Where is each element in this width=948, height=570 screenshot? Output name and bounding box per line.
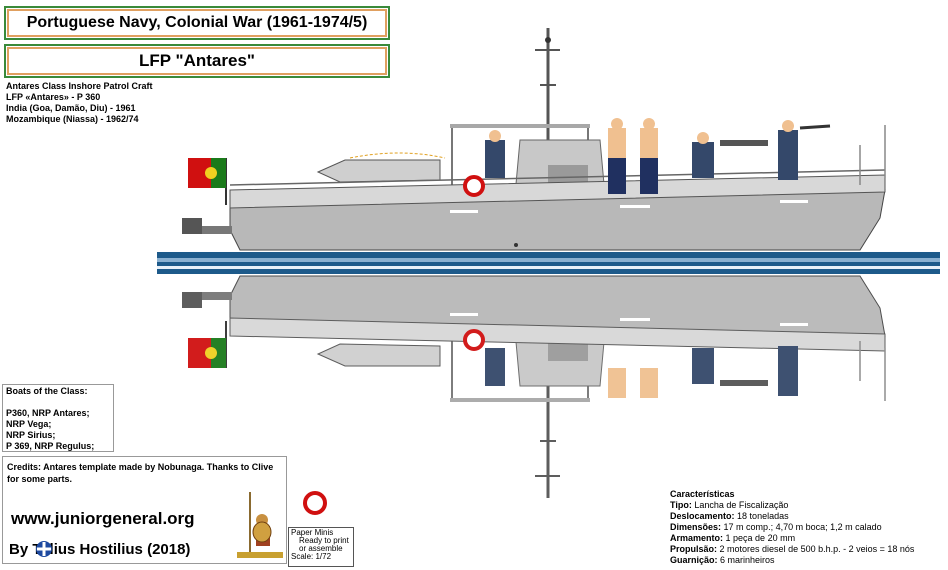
life-ring-icon (463, 175, 485, 197)
boat-item: P 369, NRP Regulus; (6, 441, 95, 451)
specs-row: Deslocamento: 18 toneladas (670, 511, 789, 521)
water-foam (157, 266, 940, 269)
boat-item: NRP Vega; (6, 419, 52, 429)
water-wave (157, 258, 940, 262)
specs-row: Propulsão: 2 motores diesel de 500 b.h.p… (670, 544, 915, 554)
specs-block: Características Tipo: Lancha de Fiscaliz… (670, 489, 914, 566)
credits-text: Credits: Antares template made by Nobuna… (7, 462, 274, 484)
boat-item: P360, NRP Antares; (6, 408, 90, 418)
life-ring-small-icon (303, 491, 327, 515)
website-link[interactable]: www.juniorgeneral.org (11, 509, 195, 529)
author-line: By Tulius Hostilius (2018) (9, 541, 190, 558)
boat-bottom (182, 275, 886, 498)
specs-row: Dimensões: 17 m comp.; 4,70 m boca; 1,2 … (670, 522, 882, 532)
specs-row: Guarnição: 6 marinheiros (670, 555, 775, 565)
cannon-icon (720, 140, 768, 146)
author-text: By Tulius Hostilius (2018) (9, 541, 191, 558)
specs-heading: Características (670, 489, 735, 499)
boats-heading: Boats of the Class: (6, 386, 88, 396)
specs-row: Armamento: 1 peça de 20 mm (670, 533, 796, 543)
specs-row: Tipo: Lancha de Fiscalização (670, 500, 789, 510)
boat-top (182, 28, 886, 251)
paper-minis-scale: Scale: 1/72 (291, 552, 332, 561)
boats-of-class: Boats of the Class: P360, NRP Antares; N… (2, 384, 114, 452)
boat-item: NRP Sirius; (6, 430, 56, 440)
paper-minis-badge: Paper Minis Ready to print or assemble S… (288, 527, 354, 567)
credits-panel: Credits: Antares template made by Nobuna… (2, 456, 287, 564)
water-strip (157, 252, 940, 274)
